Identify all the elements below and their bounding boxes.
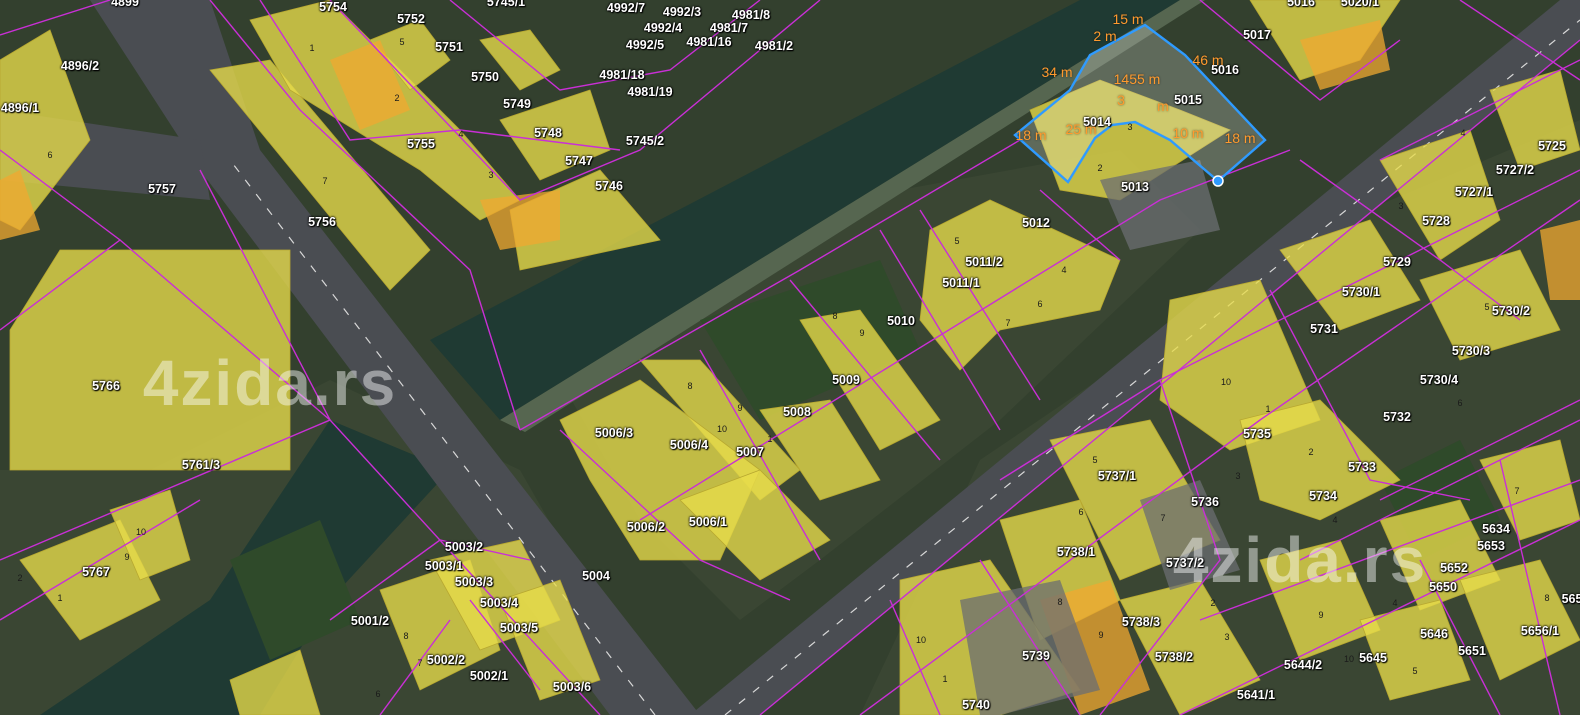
- building-number: 3: [1224, 632, 1230, 642]
- building-number: 7: [322, 176, 328, 186]
- building-number: 10: [716, 424, 728, 434]
- measurement-label: 2 m: [1093, 28, 1117, 44]
- building-number: 3: [1127, 122, 1133, 132]
- building-number: 7: [1514, 486, 1520, 496]
- building-number: 9: [1318, 610, 1324, 620]
- measurement-label: 10 m: [1172, 125, 1204, 141]
- building-number: 1: [57, 593, 63, 603]
- building-number: 4: [1460, 128, 1466, 138]
- watermark-logo: 4zida.rs: [1172, 524, 1428, 596]
- building-number: 9: [124, 552, 130, 562]
- building-number: 10: [1343, 654, 1355, 664]
- measurement-label: 34 m: [1041, 64, 1073, 80]
- building-number: 4: [1332, 515, 1338, 525]
- building-number: 5: [954, 236, 960, 246]
- building-number: 4: [1061, 265, 1067, 275]
- building-number: 2: [1210, 598, 1216, 608]
- measurement-label: m: [1157, 98, 1169, 114]
- selected-vertex-icon[interactable]: [1212, 175, 1224, 187]
- building-number: 1: [767, 434, 773, 444]
- building-number: 10: [1220, 377, 1232, 387]
- building-number: 2: [1308, 447, 1314, 457]
- building-number: 2: [394, 93, 400, 103]
- building-number: 10: [915, 635, 927, 645]
- building-number: 5: [1412, 666, 1418, 676]
- building-number: 6: [47, 150, 53, 160]
- building-number: 6: [1078, 507, 1084, 517]
- building-number: 3: [1398, 201, 1404, 211]
- building-number: 8: [1544, 593, 1550, 603]
- building-number: 6: [1037, 299, 1043, 309]
- building-number: 4: [1392, 598, 1398, 608]
- building-number: 2: [17, 573, 23, 583]
- building-number: 4: [458, 129, 464, 139]
- building-number: 10: [135, 527, 147, 537]
- measurement-label: 46 m: [1192, 52, 1224, 68]
- building-number: 3: [1235, 471, 1241, 481]
- building-number: 6: [1457, 398, 1463, 408]
- building-number: 7: [417, 658, 423, 668]
- measurement-label: 3: [1117, 92, 1125, 108]
- measurement-label: 1455 m: [1113, 71, 1161, 87]
- building-number: 8: [832, 311, 838, 321]
- building-number: 6: [375, 689, 381, 699]
- building-number: 9: [737, 403, 743, 413]
- building-number: 7: [1160, 513, 1166, 523]
- building-number: 8: [1057, 597, 1063, 607]
- building-number: 8: [403, 631, 409, 641]
- building-number: 7: [1005, 318, 1011, 328]
- cadastral-map[interactable]: 4zida.rs 4zida.rs 1 2 3 4 5 6 7 8 9 10 1 2 3 4 5 6 7 8 9 10 1 2…: [0, 0, 1580, 715]
- measurement-label: 18 m: [1015, 127, 1047, 143]
- building-number: 1: [1265, 404, 1271, 414]
- building-number: 1: [309, 43, 315, 53]
- building-number: 1: [942, 674, 948, 684]
- building-number: 5: [399, 37, 405, 47]
- building-number: 3: [488, 170, 494, 180]
- building-number: 2: [1097, 163, 1103, 173]
- measurement-label: 18 m: [1224, 130, 1256, 146]
- building-number: 5: [1484, 302, 1490, 312]
- building-number: 9: [1098, 630, 1104, 640]
- measurement-label: 25 m: [1065, 121, 1097, 137]
- building-number: 5: [1092, 455, 1098, 465]
- building-number: 8: [687, 381, 693, 391]
- measurement-label: 15 m: [1112, 11, 1144, 27]
- watermark-logo: 4zida.rs: [142, 347, 398, 419]
- building-number: 9: [859, 328, 865, 338]
